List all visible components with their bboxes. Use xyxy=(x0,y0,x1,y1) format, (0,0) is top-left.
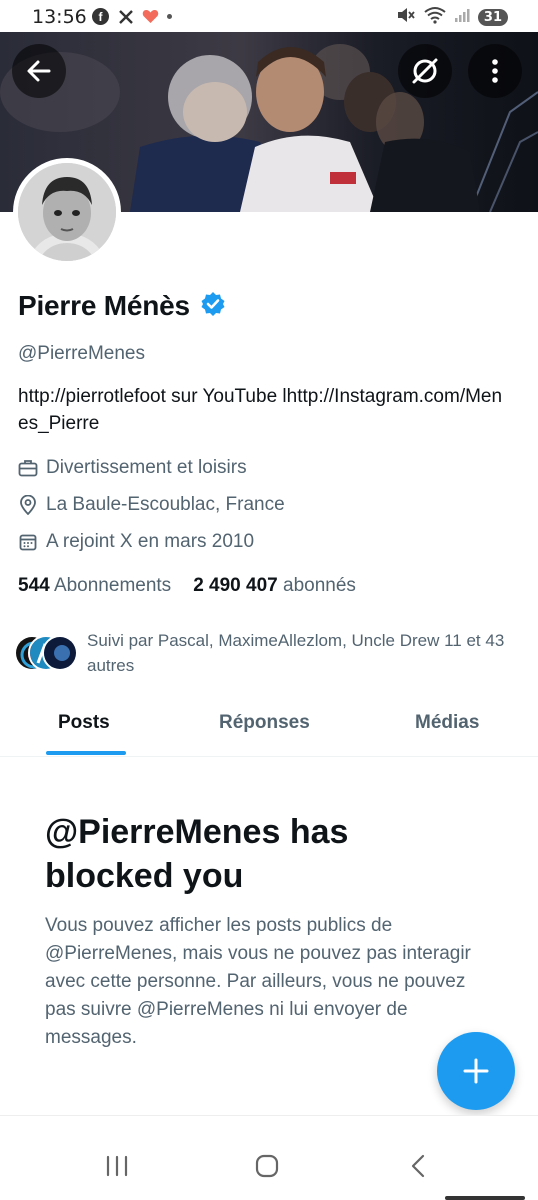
profile-location: La Baule-Escoublac, France xyxy=(46,494,285,515)
x-icon xyxy=(117,8,134,25)
tab-posts[interactable]: Posts xyxy=(58,712,110,734)
status-time: 13:56 xyxy=(32,6,87,28)
compose-post-button[interactable] xyxy=(437,1032,515,1110)
follow-counts: 544 Abonnements 2 490 407 abonnés xyxy=(18,575,356,597)
mute-icon xyxy=(396,6,416,29)
profile-handle: @PierreMenes xyxy=(18,343,145,364)
followed-by-text: Suivi par Pascal, MaximeAllezlom, Uncle … xyxy=(87,631,505,675)
system-nav-bar xyxy=(0,1115,538,1200)
heart-icon xyxy=(142,8,159,25)
profile-tabs: Posts Réponses Médias xyxy=(0,700,538,757)
profile-joined: A rejoint X en mars 2010 xyxy=(46,531,255,552)
location-pin-icon xyxy=(18,495,38,515)
arrow-left-icon xyxy=(27,60,51,82)
recent-apps-button[interactable] xyxy=(97,1146,137,1186)
grok-button[interactable] xyxy=(398,44,452,98)
briefcase-icon xyxy=(18,458,38,478)
blocked-title: @PierreMenes has blocked you xyxy=(45,813,349,895)
verified-badge-icon[interactable] xyxy=(200,291,226,322)
avatar-image xyxy=(18,163,116,261)
tab-replies[interactable]: Réponses xyxy=(219,712,310,734)
wifi-icon xyxy=(424,6,446,29)
tab-media[interactable]: Médias xyxy=(415,712,479,734)
active-tab-indicator xyxy=(46,751,126,755)
home-button[interactable] xyxy=(247,1146,287,1186)
calendar-icon xyxy=(18,532,38,552)
following-label: Abonnements xyxy=(53,575,172,596)
status-app-icons: f xyxy=(92,8,172,25)
followers-count: 2 490 407 xyxy=(193,575,278,596)
recent-apps-icon xyxy=(106,1155,128,1177)
profile-location-row: La Baule-Escoublac, France xyxy=(18,494,285,516)
followed-by[interactable]: Suivi par Pascal, MaximeAllezlom, Uncle … xyxy=(12,628,522,680)
status-bar: 13:56 f 31 xyxy=(0,0,538,32)
profile-category-row: Divertissement et loisirs xyxy=(18,457,247,479)
follower-avatar xyxy=(42,635,78,671)
notification-dot-icon xyxy=(167,14,172,19)
more-vertical-icon xyxy=(492,59,498,83)
battery-indicator: 31 xyxy=(477,9,508,26)
signal-icon xyxy=(454,7,470,28)
profile-joined-row: A rejoint X en mars 2010 xyxy=(18,531,254,553)
blocked-body: Vous pouvez afficher les posts publics d… xyxy=(45,915,471,1048)
plus-icon xyxy=(463,1058,489,1084)
following-count: 544 xyxy=(18,575,50,596)
grok-icon xyxy=(412,58,438,84)
followers-link[interactable]: 2 490 407 abonnés xyxy=(193,575,356,597)
profile-name: Pierre Ménès xyxy=(18,290,190,321)
profile-name-row: Pierre Ménès xyxy=(18,290,226,322)
facebook-icon: f xyxy=(92,8,109,25)
status-indicators: 31 xyxy=(396,6,508,29)
home-icon xyxy=(255,1154,279,1178)
followers-label: abonnés xyxy=(283,575,356,596)
profile-avatar[interactable] xyxy=(13,158,121,266)
following-link[interactable]: 544 Abonnements xyxy=(18,575,171,597)
profile-category: Divertissement et loisirs xyxy=(46,457,247,478)
system-back-button[interactable] xyxy=(398,1146,438,1186)
back-button[interactable] xyxy=(12,44,66,98)
chevron-left-icon xyxy=(411,1154,425,1178)
gesture-handle xyxy=(445,1196,525,1200)
profile-bio: http://pierrotlefoot sur YouTube lhttp:/… xyxy=(18,386,503,434)
followed-by-avatars xyxy=(14,635,84,671)
more-options-button[interactable] xyxy=(468,44,522,98)
